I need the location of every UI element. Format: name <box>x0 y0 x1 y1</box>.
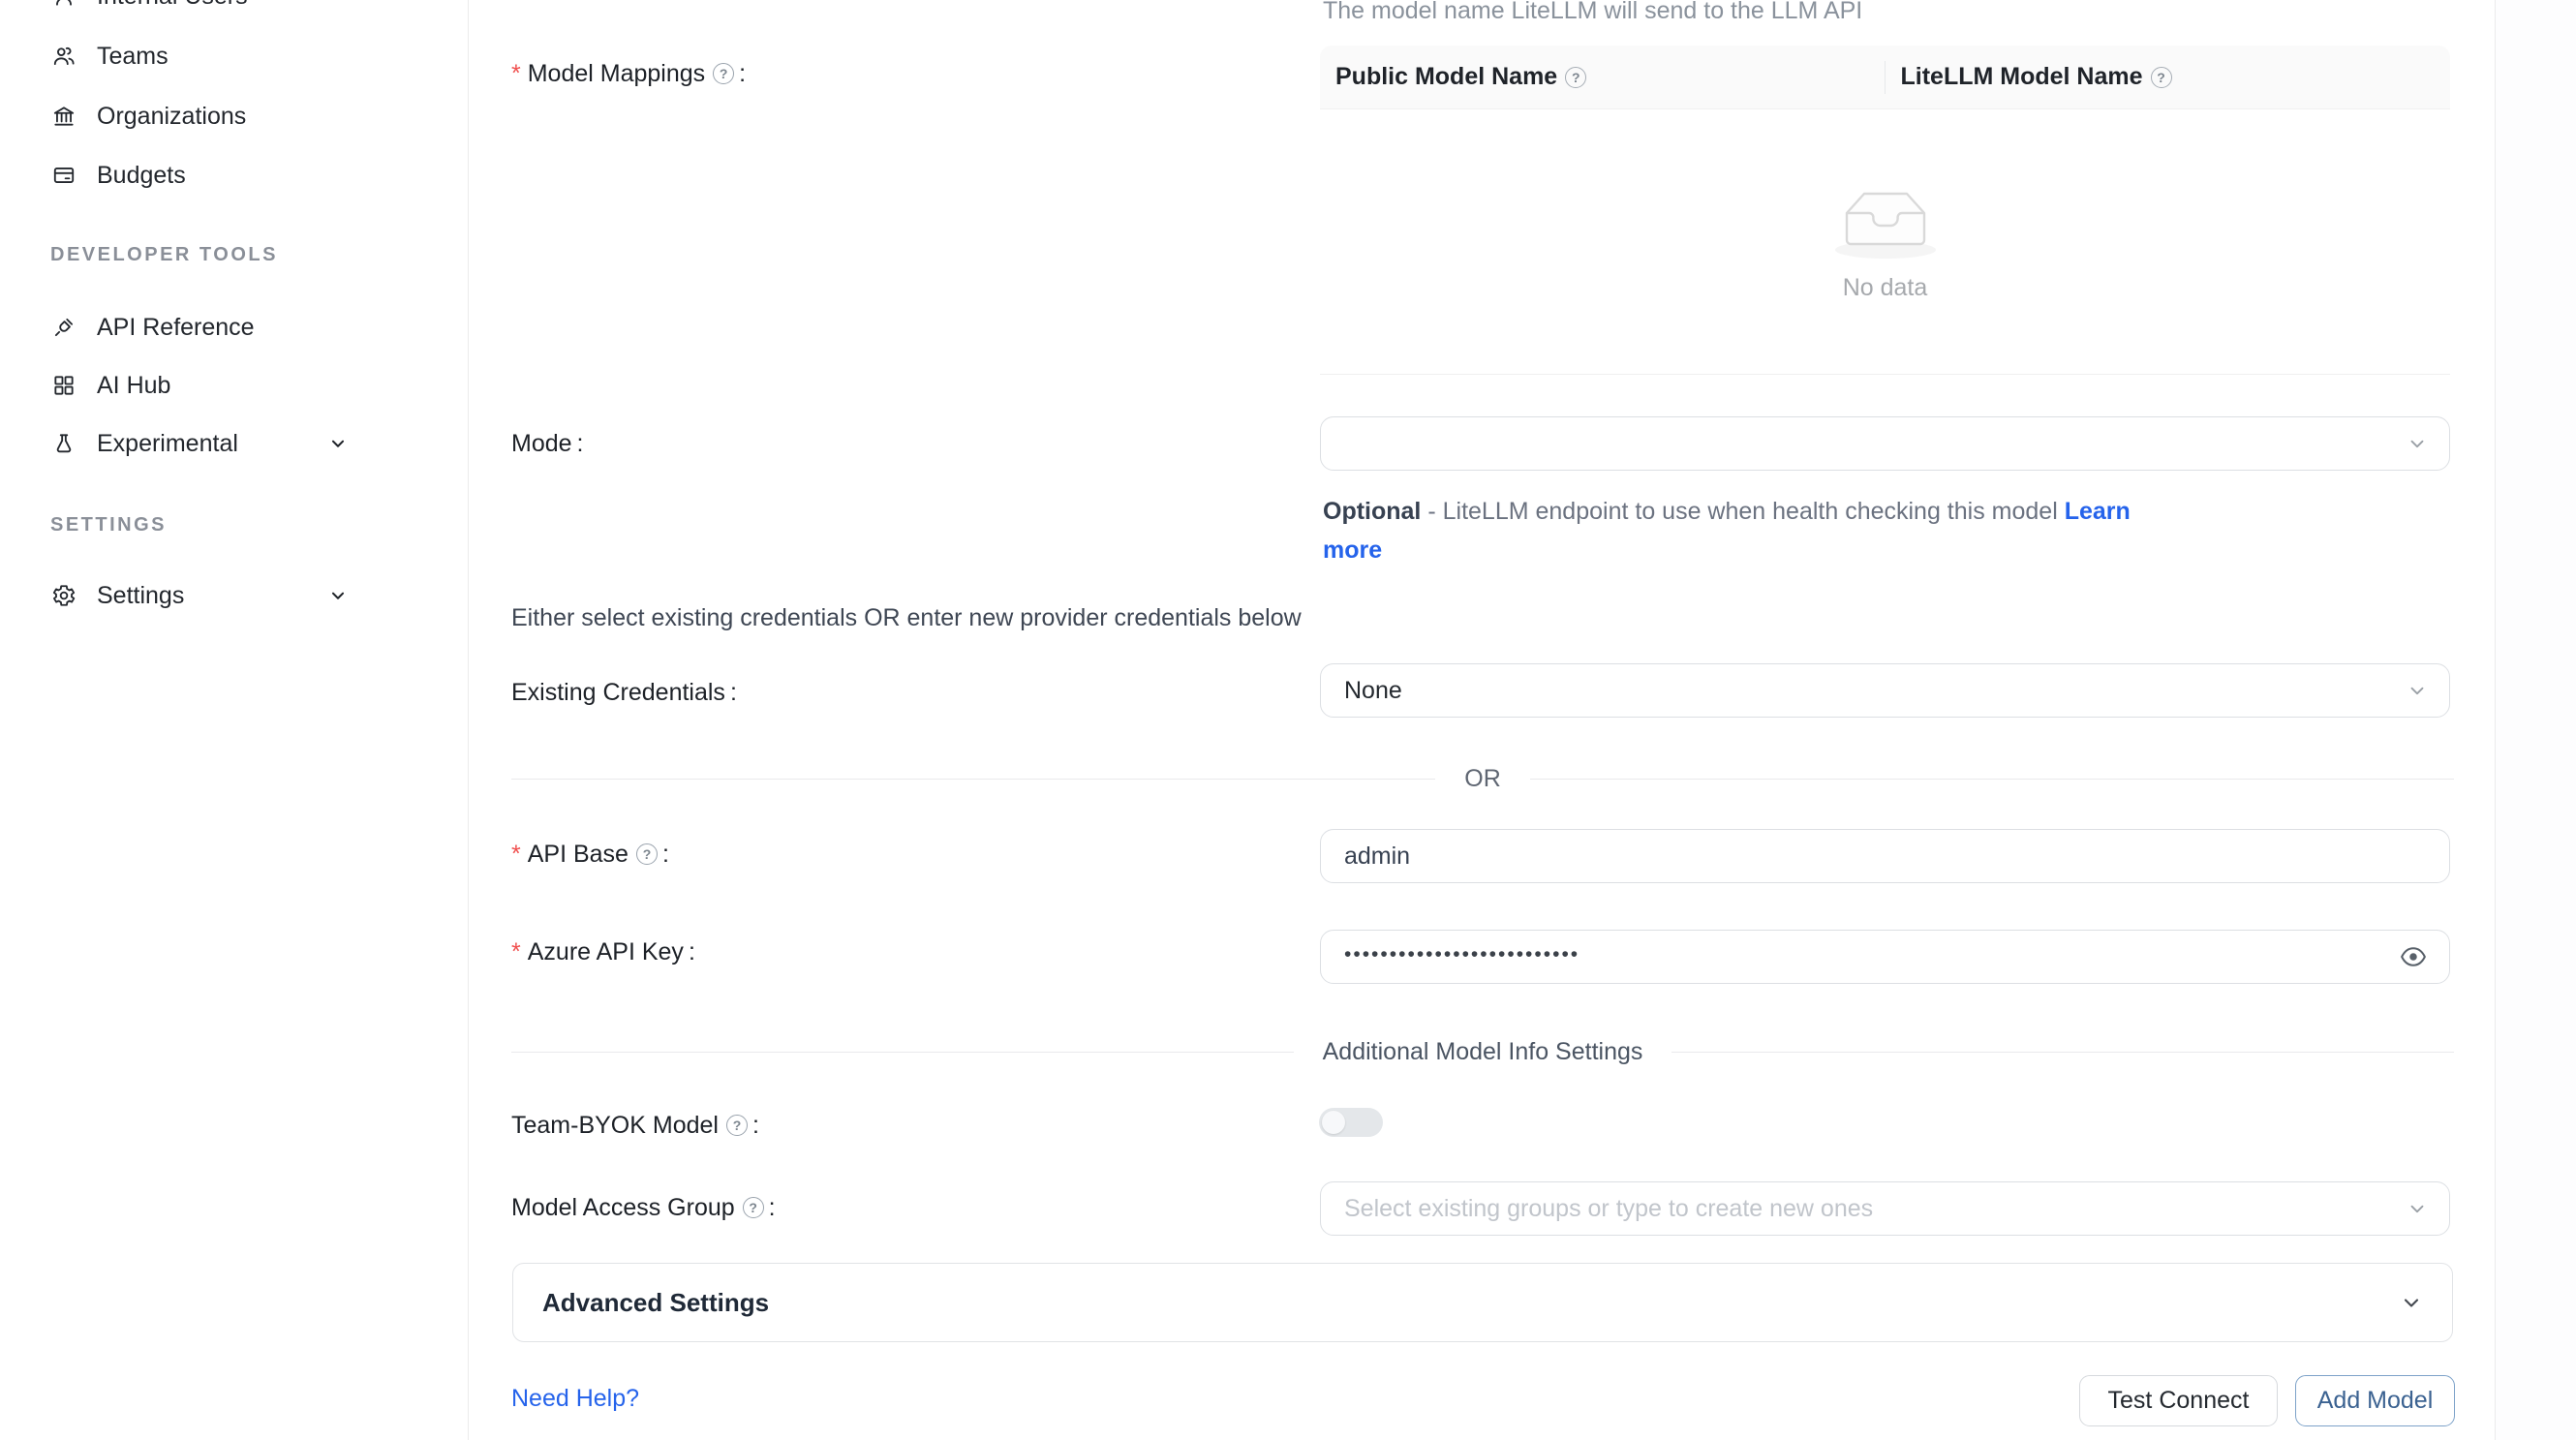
or-divider: OR <box>511 765 2454 793</box>
required-mark: * <box>511 60 521 88</box>
advanced-settings-title: Advanced Settings <box>542 1288 769 1318</box>
help-icon[interactable]: ? <box>743 1197 764 1218</box>
api-base-field <box>1320 829 2450 883</box>
test-connect-button[interactable]: Test Connect <box>2079 1375 2278 1426</box>
empty-inbox-icon <box>1824 181 1947 260</box>
help-icon[interactable]: ? <box>713 63 734 84</box>
existing-credentials-select[interactable]: None <box>1320 663 2450 718</box>
need-help-link[interactable]: Need Help? <box>511 1385 639 1413</box>
header-column-divider <box>1885 61 1886 94</box>
eye-icon[interactable] <box>2399 942 2428 971</box>
help-icon[interactable]: ? <box>726 1115 748 1136</box>
help-icon[interactable]: ? <box>2151 67 2172 88</box>
advanced-settings-panel[interactable]: Advanced Settings <box>512 1263 2453 1342</box>
selected-value: None <box>1344 677 1402 705</box>
required-mark: * <box>511 841 521 869</box>
model-mappings-table: Public Model Name ? LiteLLM Model Name ? <box>1320 46 2450 375</box>
add-model-form: The model name LiteLLM will send to the … <box>0 0 2576 1440</box>
right-gutter <box>2496 0 2576 1440</box>
credentials-note: Either select existing credentials OR en… <box>511 604 1302 632</box>
required-mark: * <box>511 938 521 966</box>
model-access-group-select[interactable]: Select existing groups or type to create… <box>1320 1181 2450 1236</box>
model-mappings-label: * Model Mappings ? : <box>511 59 746 88</box>
chevron-down-icon <box>2407 1198 2428 1219</box>
team-byok-label: Team-BYOK Model ? : <box>511 1111 759 1140</box>
help-icon[interactable]: ? <box>1565 67 1586 88</box>
select-placeholder: Select existing groups or type to create… <box>1344 1195 1873 1223</box>
masked-password: •••••••••••••••••••••••••• <box>1344 943 1579 966</box>
chevron-down-icon <box>2400 1291 2423 1314</box>
api-base-input[interactable] <box>1344 843 2426 871</box>
litellm-model-hint: The model name LiteLLM will send to the … <box>1323 0 1862 25</box>
add-model-button[interactable]: Add Model <box>2295 1375 2455 1426</box>
azure-api-key-label: * Azure API Key : <box>511 937 695 966</box>
chevron-down-icon <box>2407 433 2428 454</box>
column-header-public-model-name: Public Model Name ? <box>1320 46 1886 108</box>
additional-model-info-divider: Additional Model Info Settings <box>511 1038 2454 1066</box>
model-access-group-label: Model Access Group ? : <box>511 1193 776 1222</box>
add-model-page: Internal Users Teams Organizations Budge… <box>0 0 2576 1440</box>
azure-api-key-field[interactable]: •••••••••••••••••••••••••• <box>1320 930 2450 984</box>
team-byok-toggle[interactable] <box>1319 1108 1383 1137</box>
column-header-litellm-model-name: LiteLLM Model Name ? <box>1886 46 2451 108</box>
mode-select[interactable] <box>1320 416 2450 471</box>
table-empty-state: No data <box>1320 109 2450 374</box>
api-base-label: * API Base ? : <box>511 840 669 869</box>
mode-label: Mode : <box>511 429 584 458</box>
toggle-knob <box>1322 1111 1345 1134</box>
chevron-down-icon <box>2407 680 2428 701</box>
help-icon[interactable]: ? <box>636 843 658 865</box>
mode-helper-text: Optional - LiteLLM endpoint to use when … <box>1323 492 2466 569</box>
existing-credentials-label: Existing Credentials : <box>511 678 737 707</box>
no-data-text: No data <box>1843 274 1928 302</box>
